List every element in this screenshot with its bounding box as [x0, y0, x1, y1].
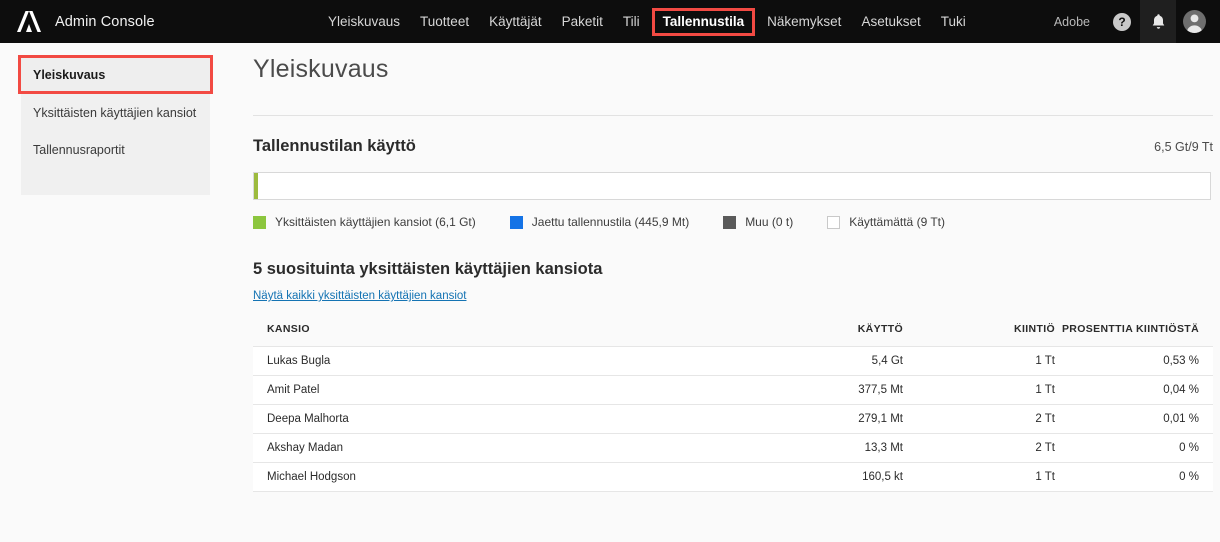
legend-swatch-icon	[509, 215, 523, 229]
main-nav: Yleiskuvaus Tuotteet Käyttäjät Paketit T…	[318, 0, 976, 43]
legend-item-other: Muu (0 t)	[723, 215, 793, 229]
legend-swatch-icon	[827, 215, 841, 229]
cell-percent: 0 %	[1061, 462, 1213, 492]
cell-usage: 13,3 Mt	[701, 433, 911, 463]
cell-quota: 2 Tt	[911, 433, 1061, 463]
column-header-prosenttia-kiintiosta[interactable]: PROSENTTIA KIINTIÖSTÄ	[1061, 323, 1213, 347]
top-bar-actions: Adobe ?	[1054, 0, 1212, 43]
cell-percent: 0,53 %	[1061, 346, 1213, 376]
brand: Admin Console	[0, 8, 155, 35]
legend-item-individual: Yksittäisten käyttäjien kansiot (6,1 Gt)	[253, 215, 476, 229]
legend-label: Yksittäisten käyttäjien kansiot (6,1 Gt)	[275, 215, 476, 229]
table-row[interactable]: Michael Hodgson 160,5 kt 1 Tt 0 %	[253, 462, 1213, 492]
legend-item-unused: Käyttämättä (9 Tt)	[827, 215, 945, 229]
column-header-kaytto[interactable]: KÄYTTÖ	[701, 323, 911, 347]
table-row[interactable]: Deepa Malhorta 279,1 Mt 2 Tt 0,01 %	[253, 404, 1213, 434]
cell-usage: 5,4 Gt	[701, 346, 911, 376]
user-avatar-icon[interactable]	[1176, 0, 1212, 43]
table-row[interactable]: Amit Patel 377,5 Mt 1 Tt 0,04 %	[253, 375, 1213, 405]
legend-label: Muu (0 t)	[745, 215, 794, 229]
help-question-icon[interactable]: ?	[1104, 0, 1140, 43]
top-folders-table: KANSIO KÄYTTÖ KIINTIÖ PROSENTTIA KIINTIÖ…	[253, 323, 1213, 492]
cell-quota: 1 Tt	[911, 462, 1061, 492]
top-navigation-bar: Admin Console Yleiskuvaus Tuotteet Käytt…	[0, 0, 1220, 43]
cell-folder: Lukas Bugla	[253, 346, 701, 376]
page-title: Yleiskuvaus	[253, 55, 389, 83]
nav-item-nakemykset[interactable]: Näkemykset	[757, 10, 851, 34]
legend-label: Jaettu tallennustila (445,9 Mt)	[531, 215, 690, 229]
brand-title: Admin Console	[55, 13, 155, 30]
sidebar-item-label: Tallennusraportit	[33, 142, 125, 157]
nav-item-asetukset[interactable]: Asetukset	[851, 10, 930, 34]
cell-percent: 0,04 %	[1061, 375, 1213, 405]
cell-folder: Amit Patel	[253, 375, 701, 405]
cell-usage: 279,1 Mt	[701, 404, 911, 434]
header-divider	[253, 115, 1213, 116]
cell-usage: 377,5 Mt	[701, 375, 911, 405]
nav-item-tallennustila[interactable]: Tallennustila	[651, 7, 756, 36]
sidebar-item-yksittaisten-kayttajien-kansiot[interactable]: Yksittäisten käyttäjien kansiot	[21, 94, 210, 131]
sidebar: Yleiskuvaus Yksittäisten käyttäjien kans…	[18, 55, 213, 195]
legend-label: Käyttämättä (9 Tt)	[849, 215, 946, 229]
legend-item-shared: Jaettu tallennustila (445,9 Mt)	[509, 215, 690, 229]
nav-item-tili[interactable]: Tili	[613, 10, 650, 34]
legend-swatch-icon	[253, 215, 266, 229]
view-all-folders-link[interactable]: Näytä kaikki yksittäisten käyttäjien kan…	[253, 290, 466, 302]
org-label: Adobe	[1053, 14, 1090, 29]
cell-percent: 0 %	[1061, 433, 1213, 463]
storage-usage-bar	[253, 172, 1211, 200]
table-row[interactable]: Lukas Bugla 5,4 Gt 1 Tt 0,53 %	[253, 346, 1213, 376]
nav-item-paketit[interactable]: Paketit	[552, 10, 613, 34]
storage-usage-value: 6,5 Gt/9 Tt	[1154, 140, 1213, 154]
sidebar-item-tallennusraportit[interactable]: Tallennusraportit	[21, 131, 210, 168]
sidebar-item-yleiskuvaus[interactable]: Yleiskuvaus	[18, 55, 213, 94]
cell-usage: 160,5 kt	[701, 462, 911, 492]
sidebar-item-label: Yksittäisten käyttäjien kansiot	[33, 105, 197, 120]
nav-item-tuotteet[interactable]: Tuotteet	[410, 10, 479, 34]
cell-folder: Deepa Malhorta	[253, 404, 701, 434]
cell-quota: 1 Tt	[911, 346, 1061, 376]
legend-swatch-icon	[723, 215, 737, 229]
adobe-logo-icon	[14, 8, 44, 35]
nav-item-yleiskuvaus[interactable]: Yleiskuvaus	[318, 10, 410, 34]
cell-folder: Akshay Madan	[253, 433, 701, 463]
table-row[interactable]: Akshay Madan 13,3 Mt 2 Tt 0 %	[253, 433, 1213, 463]
usage-segment-individual	[254, 173, 258, 199]
storage-legend: Yksittäisten käyttäjien kansiot (6,1 Gt)…	[253, 215, 1213, 229]
cell-percent: 0,01 %	[1061, 404, 1213, 434]
notifications-bell-icon[interactable]	[1140, 0, 1176, 43]
main-content: Yleiskuvaus Tallennustilan käyttö 6,5 Gt…	[253, 55, 1213, 492]
column-header-kiintio[interactable]: KIINTIÖ	[911, 323, 1061, 347]
top-folders-title: 5 suosituinta yksittäisten käyttäjien ka…	[253, 260, 603, 278]
column-header-kansio[interactable]: KANSIO	[253, 323, 701, 347]
nav-item-tuki[interactable]: Tuki	[931, 10, 976, 34]
storage-usage-title: Tallennustilan käyttö	[253, 137, 416, 155]
sidebar-item-label: Yleiskuvaus	[33, 67, 106, 82]
cell-quota: 2 Tt	[911, 404, 1061, 434]
table-header-row: KANSIO KÄYTTÖ KIINTIÖ PROSENTTIA KIINTIÖ…	[253, 323, 1213, 347]
cell-folder: Michael Hodgson	[253, 462, 701, 492]
storage-usage-header: Tallennustilan käyttö 6,5 Gt/9 Tt	[253, 137, 1213, 156]
cell-quota: 1 Tt	[911, 375, 1061, 405]
nav-item-kayttajat[interactable]: Käyttäjät	[479, 10, 552, 34]
